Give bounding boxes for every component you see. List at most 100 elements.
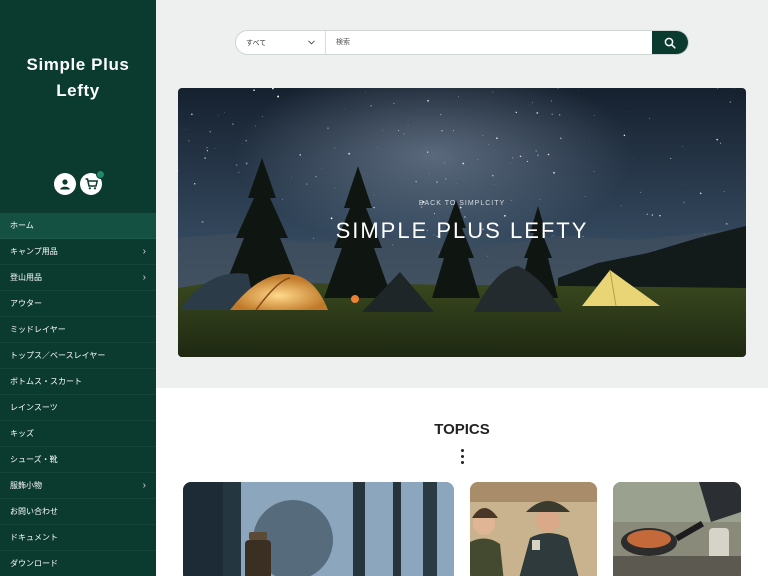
star bbox=[185, 129, 186, 130]
star bbox=[191, 113, 193, 116]
search-button[interactable] bbox=[652, 31, 688, 54]
campers-image bbox=[470, 482, 597, 576]
star bbox=[535, 150, 537, 152]
star bbox=[670, 157, 672, 159]
star bbox=[492, 91, 494, 93]
sidebar-item[interactable]: アウター bbox=[0, 291, 156, 317]
sidebar-item[interactable]: 登山用品 › bbox=[0, 265, 156, 291]
sidebar-item[interactable]: お問い合わせ bbox=[0, 499, 156, 525]
star bbox=[577, 90, 579, 91]
star bbox=[245, 140, 247, 142]
star bbox=[444, 162, 445, 164]
header-icons bbox=[54, 170, 105, 195]
star bbox=[334, 187, 336, 188]
star bbox=[550, 100, 552, 102]
category-select[interactable]: すべて bbox=[236, 31, 326, 54]
sidebar-item[interactable]: シューズ・靴 bbox=[0, 447, 156, 473]
star bbox=[273, 94, 275, 95]
star bbox=[503, 214, 506, 217]
search-input[interactable] bbox=[326, 31, 652, 54]
star bbox=[224, 112, 225, 113]
brand-logo[interactable]: Simple Plus Lefty bbox=[0, 52, 156, 104]
star bbox=[373, 194, 375, 196]
topics-title: TOPICS bbox=[434, 421, 490, 438]
sidebar-item[interactable]: レインスーツ bbox=[0, 395, 156, 421]
star bbox=[429, 173, 430, 175]
star bbox=[626, 110, 628, 112]
star bbox=[559, 114, 561, 116]
hero-banner[interactable]: BACK TO SIMPLCITY SIMPLE PLUS LEFTY bbox=[178, 88, 746, 357]
star bbox=[639, 191, 642, 194]
sidebar-item[interactable]: ボトムス・スカート bbox=[0, 369, 156, 395]
star bbox=[398, 129, 399, 131]
user-icon bbox=[60, 179, 70, 190]
star bbox=[321, 168, 323, 169]
star bbox=[238, 171, 240, 173]
star bbox=[407, 125, 409, 127]
sidebar-item[interactable]: ホーム bbox=[0, 213, 156, 239]
star bbox=[427, 151, 429, 153]
star bbox=[699, 192, 702, 195]
star bbox=[682, 146, 683, 147]
sidebar: Simple Plus Lefty ホームキャンプ用品 › 登山用品 › アウター ミッド… bbox=[0, 0, 156, 576]
star bbox=[363, 174, 365, 176]
star bbox=[206, 150, 208, 152]
star bbox=[512, 157, 514, 159]
star bbox=[232, 123, 234, 125]
hero-subtitle: BACK TO SIMPLCITY bbox=[418, 200, 506, 207]
cart-badge bbox=[96, 170, 105, 179]
star bbox=[245, 162, 248, 165]
sidebar-item[interactable]: ダウンロード bbox=[0, 551, 156, 576]
star bbox=[458, 96, 460, 98]
brand-line-2: Lefty bbox=[56, 81, 100, 100]
topic-card-lantern[interactable] bbox=[183, 482, 454, 576]
star bbox=[536, 111, 539, 114]
star bbox=[531, 102, 533, 104]
sidebar-item-label: ドキュメント bbox=[10, 533, 58, 542]
star bbox=[515, 111, 518, 114]
star bbox=[452, 130, 454, 132]
sidebar-item[interactable]: 服飾小物 › bbox=[0, 473, 156, 499]
star bbox=[477, 159, 479, 160]
hero-title: SIMPLE PLUS LEFTY bbox=[335, 218, 589, 243]
star bbox=[436, 181, 439, 184]
star bbox=[373, 206, 375, 209]
star bbox=[719, 142, 722, 144]
star bbox=[427, 99, 430, 102]
star bbox=[496, 137, 498, 140]
chevron-right-icon: › bbox=[142, 480, 146, 491]
lantern-forest-image bbox=[183, 482, 454, 576]
sidebar-item-label: ボトムス・スカート bbox=[10, 377, 82, 386]
category-select-value: すべて bbox=[246, 39, 267, 47]
star bbox=[327, 127, 329, 129]
search-icon bbox=[664, 37, 676, 49]
topic-card-campers[interactable] bbox=[470, 482, 597, 576]
sidebar-item-label: お問い合わせ bbox=[10, 507, 58, 516]
star bbox=[377, 147, 379, 148]
sidebar-item[interactable]: ミッドレイヤー bbox=[0, 317, 156, 343]
topic-card-cooking[interactable] bbox=[613, 482, 741, 576]
star bbox=[254, 125, 256, 127]
star bbox=[559, 137, 562, 140]
camp-cooking-image bbox=[613, 482, 741, 576]
sidebar-item-label: ホーム bbox=[10, 221, 34, 230]
star bbox=[649, 117, 651, 119]
sidebar-item-label: レインスーツ bbox=[10, 403, 58, 412]
account-button[interactable] bbox=[54, 173, 76, 195]
star bbox=[214, 148, 215, 149]
sidebar-item[interactable]: ドキュメント bbox=[0, 525, 156, 551]
sidebar-item[interactable]: トップス／ベースレイヤー bbox=[0, 343, 156, 369]
star bbox=[241, 143, 243, 145]
star bbox=[299, 154, 301, 156]
star bbox=[365, 92, 367, 93]
star bbox=[462, 162, 465, 165]
cart-button[interactable] bbox=[80, 170, 105, 195]
star bbox=[651, 214, 654, 216]
sidebar-item[interactable]: キッズ bbox=[0, 421, 156, 447]
star bbox=[206, 147, 208, 149]
sidebar-item[interactable]: キャンプ用品 › bbox=[0, 239, 156, 265]
star bbox=[433, 213, 435, 215]
search-bar: すべて bbox=[235, 30, 689, 55]
star bbox=[646, 213, 648, 215]
star bbox=[493, 184, 495, 185]
